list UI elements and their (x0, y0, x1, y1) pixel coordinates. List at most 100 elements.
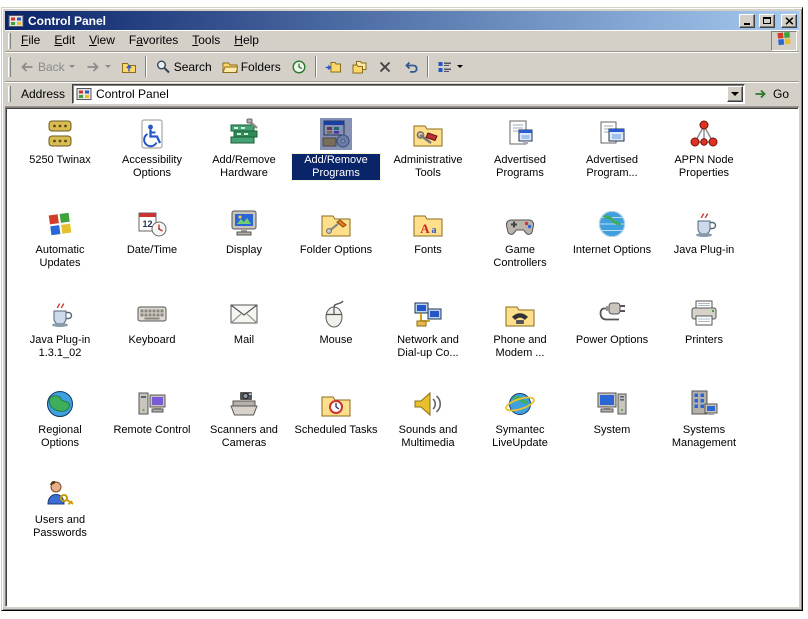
cp-item-display[interactable]: Display (198, 208, 290, 298)
cp-item-advertised-programs[interactable]: Advertised Programs (474, 118, 566, 208)
cp-item-5250-twinax[interactable]: 5250 Twinax (14, 118, 106, 208)
advertised-programs-icon (504, 118, 536, 150)
cp-item-system[interactable]: System (566, 388, 658, 478)
cp-item-remote-control[interactable]: Remote Control (106, 388, 198, 478)
views-button[interactable] (432, 54, 468, 79)
folders-label: Folders (241, 60, 281, 74)
cp-item-label: Printers (683, 334, 725, 347)
cp-item-label: Scheduled Tasks (293, 424, 380, 437)
menu-view[interactable]: View (82, 30, 122, 51)
cp-item-date-time[interactable]: 12Date/Time (106, 208, 198, 298)
menubar-grip[interactable] (8, 33, 11, 49)
delete-button[interactable] (372, 54, 398, 79)
cp-item-phone-and-modem[interactable]: Phone and Modem ... (474, 298, 566, 388)
cp-item-fonts[interactable]: AaFonts (382, 208, 474, 298)
scheduled-tasks-icon (320, 388, 352, 420)
cp-item-sounds-and-multimedia[interactable]: Sounds and Multimedia (382, 388, 474, 478)
menu-edit[interactable]: Edit (47, 30, 82, 51)
folder-options-icon (320, 208, 352, 240)
fonts-icon: Aa (412, 208, 444, 240)
systems-management-icon (688, 388, 720, 420)
cp-item-label: Game Controllers (476, 244, 564, 270)
cp-item-java-plug-in[interactable]: Java Plug-in (658, 208, 750, 298)
cp-item-folder-options[interactable]: Folder Options (290, 208, 382, 298)
cp-item-keyboard[interactable]: Keyboard (106, 298, 198, 388)
up-button[interactable] (116, 54, 142, 79)
cp-item-java-plug-in-1-3-1-02[interactable]: Java Plug-in 1.3.1_02 (14, 298, 106, 388)
history-button[interactable] (286, 54, 312, 79)
cp-item-label: Date/Time (125, 244, 179, 257)
cp-item-game-controllers[interactable]: Game Controllers (474, 208, 566, 298)
cp-item-label: Phone and Modem ... (476, 334, 564, 360)
address-bar: Address Control Panel Go (5, 82, 799, 107)
phone-modem-icon (504, 298, 536, 330)
titlebar[interactable]: Control Panel (5, 11, 799, 30)
printers-icon (688, 298, 720, 330)
cp-item-systems-management[interactable]: Systems Management (658, 388, 750, 478)
cp-item-accessibility-options[interactable]: Accessibility Options (106, 118, 198, 208)
maximize-icon (763, 17, 771, 24)
address-label: Address (19, 87, 67, 101)
cp-item-users-and-passwords[interactable]: Users and Passwords (14, 478, 106, 568)
menu-favorites[interactable]: Favorites (122, 30, 185, 51)
java-plugin-icon (688, 208, 720, 240)
copy-to-button[interactable] (346, 54, 372, 79)
toolbar-grip[interactable] (8, 57, 11, 77)
cp-item-label: System (592, 424, 633, 437)
address-field[interactable]: Control Panel (72, 84, 745, 104)
network-icon (412, 298, 444, 330)
accessibility-icon (136, 118, 168, 150)
java-plugin-icon (44, 298, 76, 330)
forward-button[interactable] (80, 54, 116, 79)
cp-item-scanners-and-cameras[interactable]: Scanners and Cameras (198, 388, 290, 478)
folders-button[interactable]: Folders (217, 54, 286, 79)
cp-item-label: Regional Options (16, 424, 104, 450)
close-button[interactable] (781, 14, 797, 28)
cp-item-administrative-tools[interactable]: Administrative Tools (382, 118, 474, 208)
menu-tools[interactable]: Tools (185, 30, 227, 51)
cp-item-label: Automatic Updates (16, 244, 104, 270)
cp-item-add-remove-programs[interactable]: Add/Remove Programs (290, 118, 382, 208)
cp-item-regional-options[interactable]: Regional Options (14, 388, 106, 478)
search-button[interactable]: Search (150, 54, 217, 79)
cp-item-printers[interactable]: Printers (658, 298, 750, 388)
forward-icon (85, 59, 101, 75)
cp-item-mouse[interactable]: Mouse (290, 298, 382, 388)
cp-item-symantec-liveupdate[interactable]: Symantec LiveUpdate (474, 388, 566, 478)
cp-item-label: Accessibility Options (108, 154, 196, 180)
back-button[interactable]: Back (14, 54, 80, 79)
cp-item-network-and-dial-up-co[interactable]: Network and Dial-up Co... (382, 298, 474, 388)
control-panel-icon-small (76, 86, 92, 102)
cp-item-power-options[interactable]: Power Options (566, 298, 658, 388)
minimize-button[interactable] (739, 14, 755, 28)
go-button[interactable]: Go (750, 84, 793, 104)
cp-item-appn-node-properties[interactable]: APPN Node Properties (658, 118, 750, 208)
cp-item-automatic-updates[interactable]: Automatic Updates (14, 208, 106, 298)
forward-dropdown-caret[interactable] (105, 65, 111, 68)
cp-item-mail[interactable]: Mail (198, 298, 290, 388)
go-label: Go (773, 87, 789, 101)
back-dropdown-caret[interactable] (69, 65, 75, 68)
menu-items: FileEditViewFavoritesToolsHelp (14, 30, 266, 51)
views-icon (437, 59, 453, 75)
window-title: Control Panel (28, 14, 735, 28)
address-dropdown-button[interactable] (727, 86, 743, 102)
move-to-button[interactable] (320, 54, 346, 79)
cp-item-internet-options[interactable]: Internet Options (566, 208, 658, 298)
move-to-icon (325, 59, 341, 75)
maximize-button[interactable] (759, 14, 775, 28)
copy-to-icon (351, 59, 367, 75)
views-dropdown-caret[interactable] (457, 65, 463, 68)
symantec-liveupdate-icon (504, 388, 536, 420)
cp-item-add-remove-hardware[interactable]: Add/Remove Hardware (198, 118, 290, 208)
cp-item-label: 5250 Twinax (27, 154, 93, 167)
cp-item-scheduled-tasks[interactable]: Scheduled Tasks (290, 388, 382, 478)
menu-help[interactable]: Help (227, 30, 266, 51)
cp-item-label: Advertised Programs (476, 154, 564, 180)
undo-button[interactable] (398, 54, 424, 79)
cp-item-advertised-program[interactable]: Advertised Program... (566, 118, 658, 208)
power-options-icon (596, 298, 628, 330)
addressbar-grip[interactable] (8, 86, 11, 102)
display-icon (228, 208, 260, 240)
menu-file[interactable]: File (14, 30, 47, 51)
